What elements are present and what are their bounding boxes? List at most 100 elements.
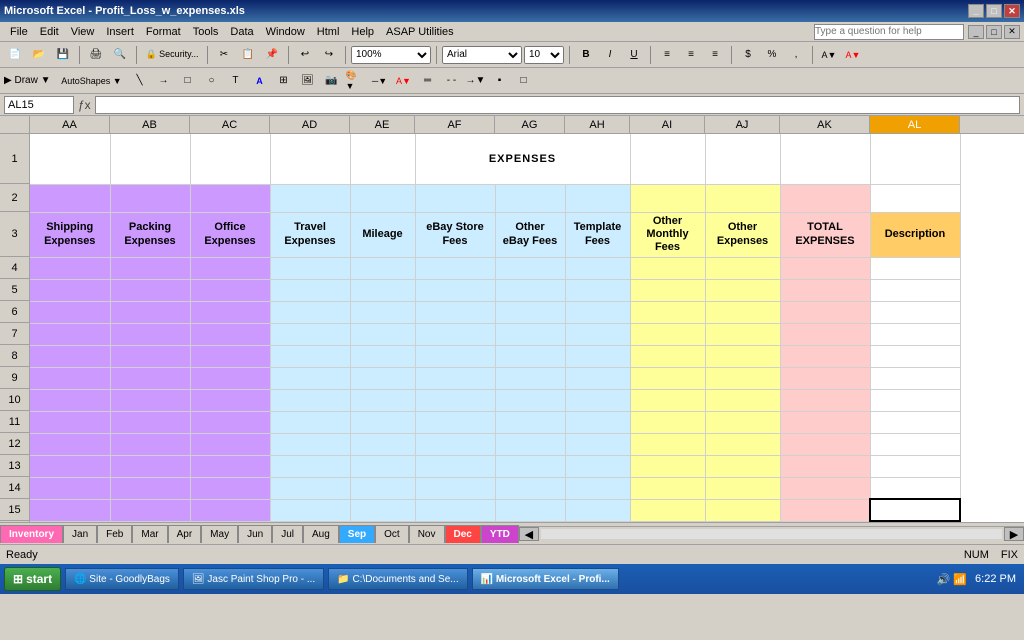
cell-al15[interactable] [870,499,960,521]
cell-af3[interactable]: eBay StoreFees [415,212,495,257]
col-header-ab[interactable]: AB [110,116,190,133]
cell-ah15[interactable] [565,499,630,521]
minimize-button[interactable]: _ [968,4,984,18]
cell-ae11[interactable] [350,411,415,433]
cell-ac3[interactable]: OfficeExpenses [190,212,270,257]
3d-button[interactable]: □ [512,71,534,91]
cell-aj4[interactable] [705,257,780,279]
cell-ad15[interactable] [270,499,350,521]
cell-ai13[interactable] [630,455,705,477]
menu-window[interactable]: Window [260,24,311,40]
scroll-right-button[interactable]: ▶ [1004,527,1024,541]
cell-aj9[interactable] [705,367,780,389]
cell-aj14[interactable] [705,477,780,499]
taskbar-item-documents[interactable]: 📁 C:\Documents and Se... [328,568,467,590]
paste-button[interactable]: 📌 [261,45,283,65]
cell-ak4[interactable] [780,257,870,279]
cell-ab10[interactable] [110,389,190,411]
dashstyle-button[interactable]: - - [440,71,462,91]
tab-ytd[interactable]: YTD [481,525,519,543]
tab-dec[interactable]: Dec [445,525,481,543]
cell-aa14[interactable] [30,477,110,499]
cell-ab8[interactable] [110,345,190,367]
cell-ak10[interactable] [780,389,870,411]
cell-af7[interactable] [415,323,495,345]
cell-ae2[interactable] [350,184,415,212]
row-header-15[interactable]: 15 [0,499,29,521]
cell-title[interactable]: EXPENSES [415,134,630,184]
row-header-8[interactable]: 8 [0,345,29,367]
cell-af13[interactable] [415,455,495,477]
menu-html[interactable]: Html [311,24,346,40]
oval-button[interactable]: ○ [200,71,222,91]
cell-ab14[interactable] [110,477,190,499]
cell-aa5[interactable] [30,279,110,301]
menu-asap[interactable]: ASAP Utilities [380,24,460,40]
app-close-button[interactable]: ✕ [1004,25,1020,39]
cell-al14[interactable] [870,477,960,499]
font-color-button[interactable]: A▼ [842,45,864,65]
cell-al1[interactable] [870,134,960,184]
cell-al9[interactable] [870,367,960,389]
cell-ad3[interactable]: TravelExpenses [270,212,350,257]
cell-ag9[interactable] [495,367,565,389]
cell-al5[interactable] [870,279,960,301]
tab-apr[interactable]: Apr [168,525,202,543]
cell-ac2[interactable] [190,184,270,212]
start-button[interactable]: ⊞ start [4,567,61,591]
fillcolor2-button[interactable]: 🎨▼ [344,71,366,91]
cell-ai3[interactable]: OtherMonthlyFees [630,212,705,257]
row-header-4[interactable]: 4 [0,257,29,279]
cell-ah11[interactable] [565,411,630,433]
cell-ag4[interactable] [495,257,565,279]
cell-ac11[interactable] [190,411,270,433]
security-button[interactable]: 🔒 Security... [142,45,202,65]
app-minimize-button[interactable]: _ [968,25,984,39]
cell-aa13[interactable] [30,455,110,477]
new-button[interactable]: 📄 [4,45,26,65]
cell-ae13[interactable] [350,455,415,477]
cell-ae6[interactable] [350,301,415,323]
cell-af6[interactable] [415,301,495,323]
cell-ak1[interactable] [780,134,870,184]
cell-ad8[interactable] [270,345,350,367]
tab-may[interactable]: May [201,525,238,543]
cell-aa2[interactable] [30,184,110,212]
cell-aj1[interactable] [705,134,780,184]
cell-ad6[interactable] [270,301,350,323]
open-button[interactable]: 📂 [28,45,50,65]
cell-al8[interactable] [870,345,960,367]
picture-button[interactable]: 📷 [320,71,342,91]
row-header-14[interactable]: 14 [0,477,29,499]
cell-ah8[interactable] [565,345,630,367]
tab-jul[interactable]: Jul [272,525,303,543]
fill-color-button[interactable]: A▼ [818,45,840,65]
cell-af15[interactable] [415,499,495,521]
align-right-button[interactable]: ≡ [704,45,726,65]
col-header-ac[interactable]: AC [190,116,270,133]
cell-ae10[interactable] [350,389,415,411]
cell-ah14[interactable] [565,477,630,499]
app-controls[interactable]: _ □ ✕ [968,25,1020,39]
cell-aa10[interactable] [30,389,110,411]
cell-ai4[interactable] [630,257,705,279]
print-preview-button[interactable]: 🔍 [109,45,131,65]
cell-ag2[interactable] [495,184,565,212]
cell-ag15[interactable] [495,499,565,521]
cell-ai12[interactable] [630,433,705,455]
menu-edit[interactable]: Edit [34,24,65,40]
cell-aj12[interactable] [705,433,780,455]
cell-ac1[interactable] [190,134,270,184]
linecolor-button[interactable]: ─▼ [368,71,390,91]
arrow-button[interactable]: → [152,71,174,91]
cell-aa15[interactable] [30,499,110,521]
help-search[interactable] [814,24,964,40]
cell-aa9[interactable] [30,367,110,389]
menu-view[interactable]: View [65,24,101,40]
textbox-button[interactable]: T [224,71,246,91]
arrowstyle-button[interactable]: →▼ [464,71,486,91]
cell-ai14[interactable] [630,477,705,499]
row-header-3[interactable]: 3 [0,212,29,257]
line-button[interactable]: ╲ [128,71,150,91]
cell-ab12[interactable] [110,433,190,455]
